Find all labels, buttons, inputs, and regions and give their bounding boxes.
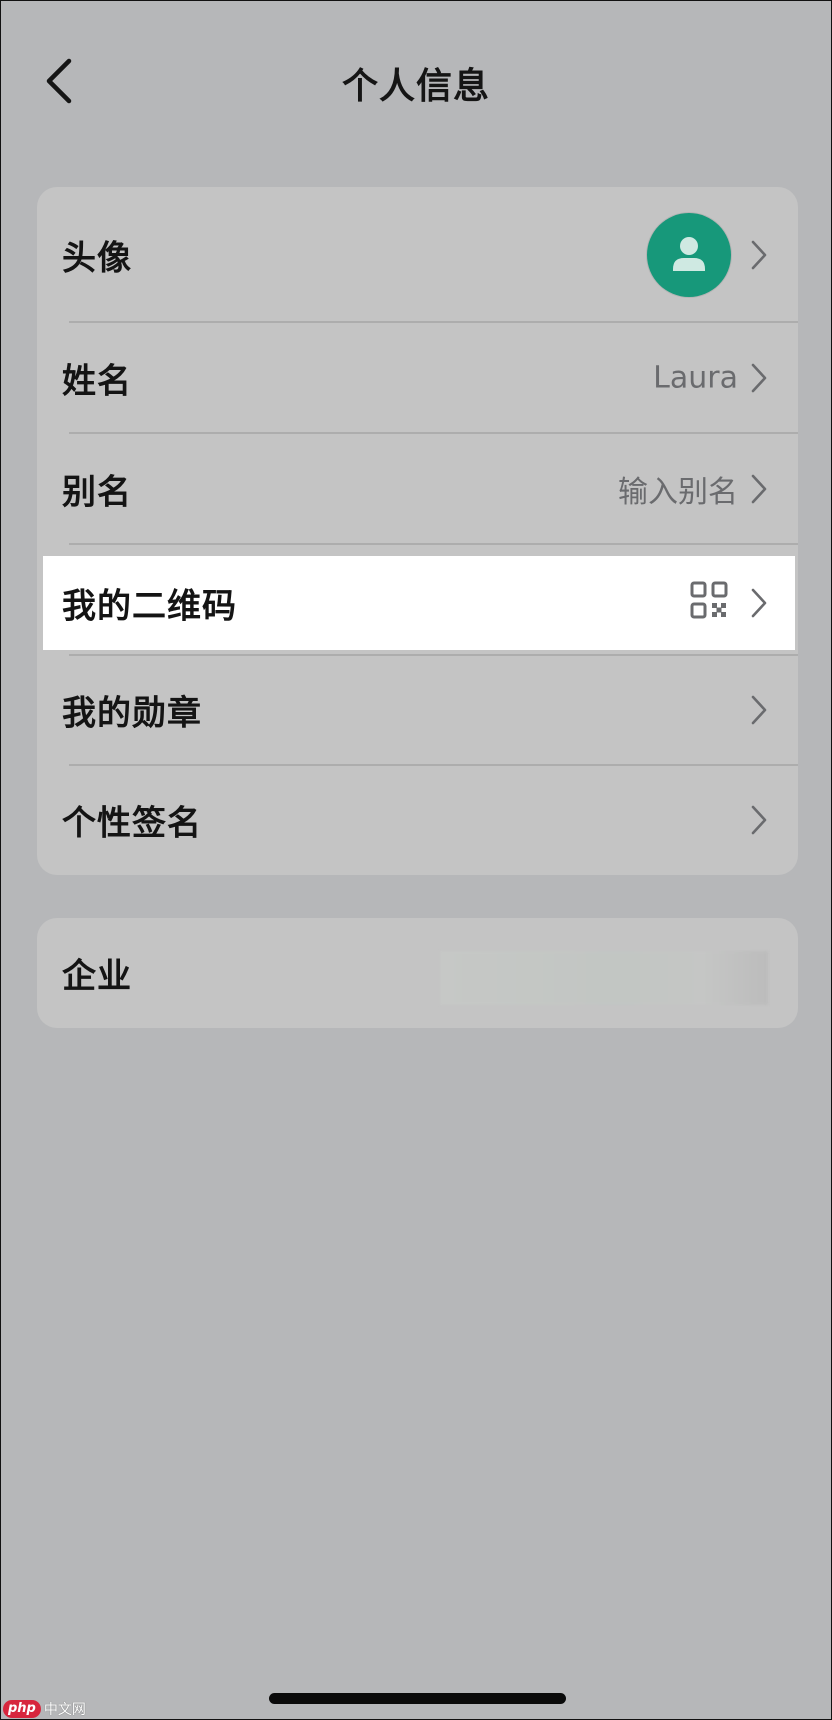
row-label: 头像 bbox=[62, 238, 132, 278]
chevron-right-icon bbox=[751, 474, 767, 503]
avatar[interactable] bbox=[647, 213, 731, 297]
home-indicator[interactable] bbox=[269, 1693, 566, 1704]
row-label: 姓名 bbox=[62, 361, 132, 401]
row-label: 别名 bbox=[62, 472, 132, 512]
watermark: php 中文网 bbox=[3, 1699, 86, 1719]
chevron-right-icon bbox=[751, 240, 767, 269]
chevron-right-icon bbox=[751, 588, 767, 618]
row-label: 我的二维码 bbox=[62, 586, 237, 627]
company-name-redacted bbox=[440, 951, 768, 1005]
alias-placeholder: 输入别名 bbox=[618, 474, 738, 510]
profile-row-medal[interactable]: 我的勋章 bbox=[37, 655, 798, 765]
qr-code-icon bbox=[690, 581, 728, 619]
name-value: Laura bbox=[653, 360, 738, 395]
php-logo: php bbox=[3, 1700, 41, 1718]
row-label: 企业 bbox=[62, 956, 132, 997]
company-card: 企业 bbox=[37, 918, 798, 1028]
profile-row-company[interactable]: 企业 bbox=[37, 918, 798, 1028]
profile-row-avatar[interactable]: 头像 bbox=[37, 187, 798, 322]
profile-row-qr-code[interactable]: 我的二维码 bbox=[43, 556, 795, 650]
row-label: 我的勋章 bbox=[62, 693, 202, 734]
chevron-right-icon bbox=[751, 805, 767, 835]
row-label: 个性签名 bbox=[62, 803, 202, 844]
profile-row-name[interactable]: 姓名 Laura bbox=[37, 322, 798, 433]
watermark-text: 中文网 bbox=[43, 1702, 86, 1718]
page-title: 个人信息 bbox=[341, 66, 490, 107]
chevron-right-icon bbox=[751, 363, 767, 392]
phone-screen: 个人信息 头像 姓名 Laura 别名 输入别名 我的勋章 个性签名 我的二维码… bbox=[0, 0, 832, 1720]
profile-row-signature[interactable]: 个性签名 bbox=[37, 765, 798, 875]
chevron-right-icon bbox=[751, 695, 767, 725]
profile-card: 头像 姓名 Laura 别名 输入别名 我的勋章 个性签名 bbox=[37, 187, 798, 875]
profile-row-alias[interactable]: 别名 输入别名 bbox=[37, 433, 798, 544]
user-icon bbox=[673, 237, 705, 271]
